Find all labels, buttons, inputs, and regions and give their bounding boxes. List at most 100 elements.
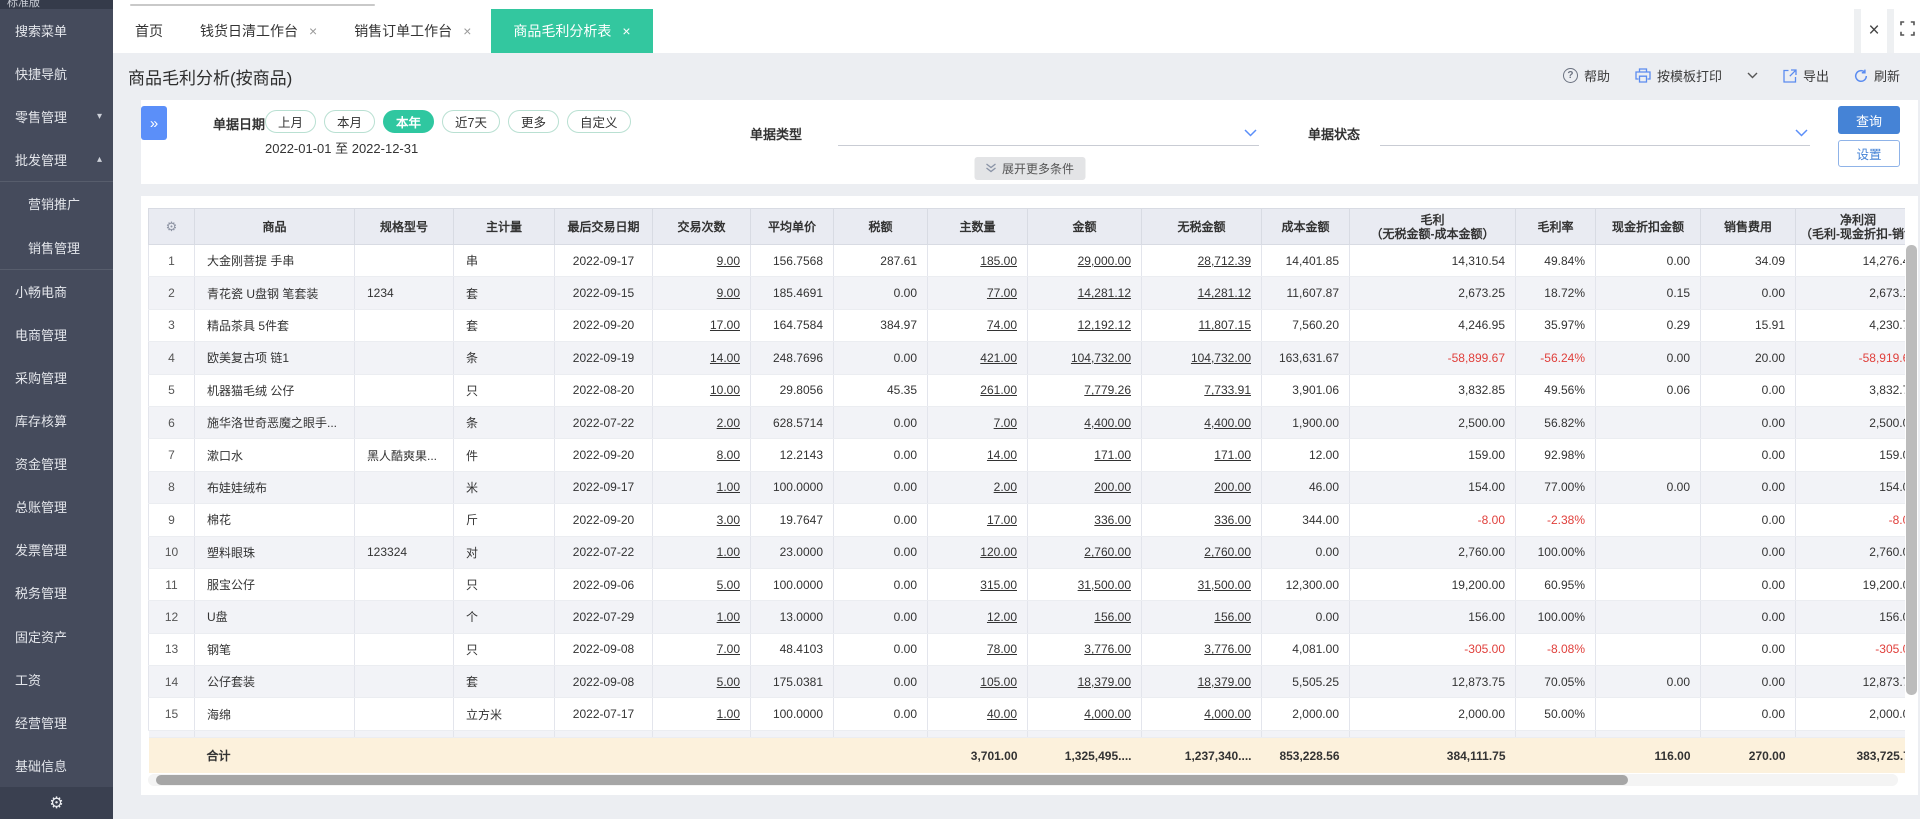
amount-cell[interactable]: 18,379.00 bbox=[1027, 665, 1142, 699]
gear-icon[interactable]: ⚙ bbox=[166, 219, 178, 234]
trade-count-cell[interactable]: 7.00 bbox=[652, 633, 751, 667]
sidebar-item-payroll[interactable]: 工资 bbox=[0, 658, 113, 701]
horizontal-scrollbar-thumb[interactable] bbox=[156, 775, 1628, 785]
sidebar-item-funds-mgmt[interactable]: 资金管理 bbox=[0, 442, 113, 485]
col-header-amount[interactable]: 金额 bbox=[1027, 208, 1142, 245]
trade-count-cell[interactable]: 1.00 bbox=[652, 600, 751, 634]
trade-count-cell[interactable]: 5.00 bbox=[652, 568, 751, 602]
col-header-gross-margin[interactable]: 毛利率 bbox=[1515, 208, 1596, 245]
table-row[interactable]: 2 青花瓷 U盘钢 笔套装 1234 套 2022-09-15 9.00 185.4691 0… bbox=[148, 276, 1905, 310]
sidebar-item-ecom-mgmt[interactable]: 电商管理 bbox=[0, 313, 113, 356]
sidebar-item-operation-mgmt[interactable]: 经营管理 bbox=[0, 701, 113, 744]
trade-count-cell[interactable]: 17.00 bbox=[652, 309, 751, 343]
sidebar-item-marketing-promo[interactable]: 营销推广 bbox=[0, 181, 113, 225]
net-amount-cell[interactable]: 11,807.15 bbox=[1141, 309, 1262, 343]
export-button[interactable]: 导出 bbox=[1783, 66, 1829, 85]
table-row[interactable]: 10 塑料眼珠 123324 对 2022-07-22 1.00 23.0000 0.00 12… bbox=[148, 536, 1905, 569]
sidebar-item-base-info[interactable]: 基础信息 bbox=[0, 744, 113, 787]
tab-sales-order-workbench[interactable]: 销售订单工作台 × bbox=[337, 9, 488, 53]
print-options-dropdown[interactable] bbox=[1747, 72, 1758, 79]
collapse-filter-button[interactable]: » bbox=[141, 106, 167, 140]
col-header-last-trade-date[interactable]: 最后交易日期 bbox=[554, 208, 653, 245]
close-icon[interactable]: × bbox=[309, 24, 317, 38]
net-amount-cell[interactable]: 4,000.00 bbox=[1141, 697, 1262, 731]
net-amount-cell[interactable]: 31,500.00 bbox=[1141, 568, 1262, 602]
sidebar-item-retail-mgmt[interactable]: 零售管理 ▾ bbox=[0, 95, 113, 138]
qty-cell[interactable]: 120.00 bbox=[927, 536, 1028, 569]
col-header-tax[interactable]: 税额 bbox=[833, 208, 928, 245]
trade-count-cell[interactable]: 3.00 bbox=[652, 503, 751, 537]
trade-count-cell[interactable]: 1.00 bbox=[652, 536, 751, 569]
col-header-cost[interactable]: 成本金额 bbox=[1261, 208, 1350, 245]
amount-cell[interactable]: 200.00 bbox=[1027, 471, 1142, 505]
col-header-rowno[interactable]: ⚙ bbox=[148, 208, 195, 245]
col-header-trade-count[interactable]: 交易次数 bbox=[652, 208, 751, 245]
table-row[interactable]: 14 公仔套装套 2022-09-08 5.00 175.0381 0.00 105.00 1… bbox=[148, 665, 1905, 699]
trade-count-cell[interactable]: 1.00 bbox=[652, 697, 751, 731]
date-pill-更多[interactable]: 更多 bbox=[508, 110, 560, 133]
doc-type-select[interactable] bbox=[838, 118, 1259, 146]
sidebar-item-quick-nav[interactable]: 快捷导航 bbox=[0, 52, 113, 95]
net-amount-cell[interactable]: 28,712.39 bbox=[1141, 244, 1262, 278]
date-pill-本年[interactable]: 本年 bbox=[383, 110, 435, 133]
sidebar-item-search-menu[interactable]: 搜索菜单 bbox=[0, 9, 113, 52]
close-tab-button[interactable]: × bbox=[1861, 9, 1887, 53]
sidebar-item-sales-mgmt[interactable]: 销售管理 bbox=[0, 226, 113, 270]
col-header-spec[interactable]: 规格型号 bbox=[354, 208, 454, 245]
sidebar-item-wholesale-mgmt[interactable]: 批发管理 ▴ bbox=[0, 138, 113, 181]
qty-cell[interactable]: 7.00 bbox=[927, 406, 1028, 440]
horizontal-scrollbar[interactable] bbox=[148, 774, 1898, 786]
amount-cell[interactable]: 336.00 bbox=[1027, 503, 1142, 537]
sidebar-item-inventory-accounting[interactable]: 库存核算 bbox=[0, 399, 113, 442]
table-row[interactable]: 8 布娃娃绒布米 2022-09-17 1.00 100.0000 0.00 2.00 200… bbox=[148, 471, 1905, 505]
net-amount-cell[interactable]: 2,760.00 bbox=[1141, 536, 1262, 569]
qty-cell[interactable]: 17.00 bbox=[927, 503, 1028, 537]
trade-count-cell[interactable]: 10.00 bbox=[652, 374, 751, 407]
table-row[interactable]: 7 漱口水 黑人酷爽果... 件 2022-09-20 8.00 12.2143 0.00 14… bbox=[148, 438, 1905, 472]
qty-cell[interactable]: 421.00 bbox=[927, 341, 1028, 375]
net-amount-cell[interactable]: 171.00 bbox=[1141, 438, 1262, 472]
tab-qianhuo-daily[interactable]: 钱货日清工作台 × bbox=[183, 9, 334, 53]
net-amount-cell[interactable]: 4,400.00 bbox=[1141, 406, 1262, 440]
col-header-unit[interactable]: 主计量 bbox=[453, 208, 555, 245]
table-row[interactable]: 5 机器猫毛绒 公仔 只 2022-08-20 10.00 29.8056 45.35 261… bbox=[148, 374, 1905, 407]
trade-count-cell[interactable]: 9.00 bbox=[652, 244, 751, 278]
amount-cell[interactable]: 3,776.00 bbox=[1027, 633, 1142, 667]
col-header-avg-price[interactable]: 平均单价 bbox=[750, 208, 834, 245]
amount-cell[interactable]: 156.00 bbox=[1027, 600, 1142, 634]
amount-cell[interactable]: 14,281.12 bbox=[1027, 276, 1142, 310]
trade-count-cell[interactable]: 2.00 bbox=[652, 406, 751, 440]
qty-cell[interactable]: 77.00 bbox=[927, 276, 1028, 310]
date-pill-本月[interactable]: 本月 bbox=[324, 110, 376, 133]
table-row[interactable]: 1 大金刚菩提 手串 串 2022-09-17 9.00 156.7568 287.61 18… bbox=[148, 244, 1905, 278]
sidebar-item-xiaochang-ecom[interactable]: 小畅电商 bbox=[0, 270, 113, 313]
sidebar-item-invoice-mgmt[interactable]: 发票管理 bbox=[0, 528, 113, 571]
vertical-scrollbar-thumb[interactable] bbox=[1906, 245, 1917, 695]
net-amount-cell[interactable]: 7,733.91 bbox=[1141, 374, 1262, 407]
col-header-selling-expense[interactable]: 销售费用 bbox=[1700, 208, 1796, 245]
qty-cell[interactable]: 14.00 bbox=[927, 438, 1028, 472]
close-icon[interactable]: × bbox=[463, 24, 471, 38]
close-icon[interactable]: × bbox=[622, 24, 630, 38]
col-header-net-profit[interactable]: 净利润（毛利-现金折扣-销售费用） bbox=[1795, 208, 1905, 245]
expand-more-conditions-button[interactable]: 展开更多条件 bbox=[973, 157, 1086, 180]
trade-count-cell[interactable]: 8.00 bbox=[652, 438, 751, 472]
print-by-template-button[interactable]: 按模板打印 bbox=[1635, 66, 1722, 85]
date-range-value[interactable]: 2022-01-01 至 2022-12-31 bbox=[265, 138, 418, 157]
query-button[interactable]: 查询 bbox=[1838, 106, 1900, 134]
net-amount-cell[interactable]: 156.00 bbox=[1141, 600, 1262, 634]
tab-gross-profit-report[interactable]: 商品毛利分析表 × bbox=[491, 9, 653, 53]
net-amount-cell[interactable]: 336.00 bbox=[1141, 503, 1262, 537]
amount-cell[interactable]: 7,779.26 bbox=[1027, 374, 1142, 407]
date-pill-近7天[interactable]: 近7天 bbox=[442, 110, 500, 133]
help-button[interactable]: ? 帮助 bbox=[1562, 66, 1610, 85]
amount-cell[interactable]: 12,192.12 bbox=[1027, 309, 1142, 343]
table-row[interactable]: 6 施华洛世奇恶魔之眼手... 条 2022-07-22 2.00 628.5714 0.0… bbox=[148, 406, 1905, 440]
date-pill-上月[interactable]: 上月 bbox=[265, 110, 317, 133]
tab-home[interactable]: 首页 bbox=[118, 9, 180, 53]
amount-cell[interactable]: 104,732.00 bbox=[1027, 341, 1142, 375]
amount-cell[interactable]: 171.00 bbox=[1027, 438, 1142, 472]
qty-cell[interactable]: 2.00 bbox=[927, 471, 1028, 505]
table-row[interactable]: 13 钢笔只 2022-09-08 7.00 48.4103 0.00 78.00 3,776… bbox=[148, 633, 1905, 667]
trade-count-cell[interactable]: 5.00 bbox=[652, 665, 751, 699]
